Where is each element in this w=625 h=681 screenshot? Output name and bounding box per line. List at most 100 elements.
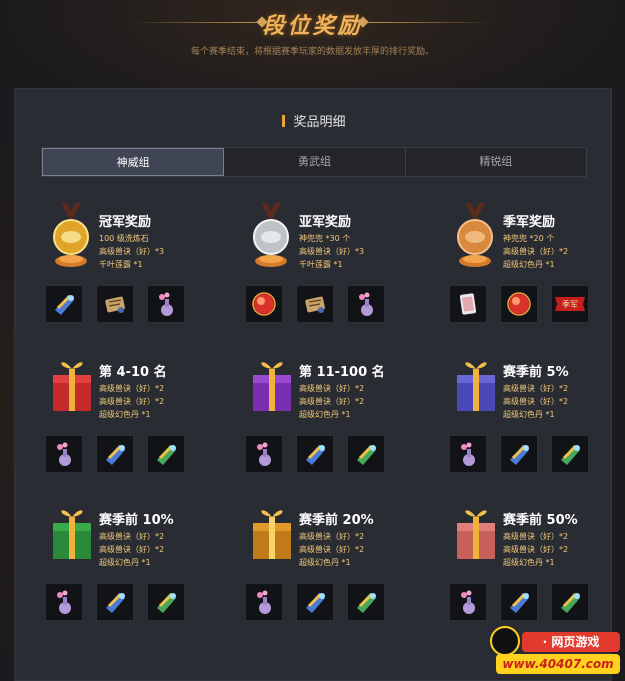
reward-detail: 超级幻色丹 *1	[503, 558, 555, 567]
reward-detail: 高级兽诀（好）*3	[299, 247, 365, 256]
flower-vase-icon[interactable]	[347, 285, 385, 323]
red-orb-icon[interactable]	[500, 285, 538, 323]
reward-card-runner-up: 亚军奖励 神兜兜 *30 个 高级兽诀（好）*3 千叶莲露 *1	[245, 201, 435, 331]
page-subtitle: 每个赛季结束，将根据赛季玩家的数据发放丰厚的排行奖励。	[190, 47, 434, 57]
reward-detail: 高级兽诀（好）*2	[503, 545, 569, 554]
scroll-icon[interactable]	[147, 435, 185, 473]
flower-vase-icon[interactable]	[449, 435, 487, 473]
reward-detail: 高级兽诀（好）*2	[503, 397, 569, 406]
tab-shenwei[interactable]: 神威组	[42, 148, 225, 176]
gold-medal-icon	[53, 203, 89, 267]
site-watermark: · 网页游戏 www.40407.com	[486, 618, 625, 681]
reward-card-rank-11-100: 第 11-100 名 高级兽诀（好）*2 高级兽诀（好）*2 超级幻色丹 *1	[245, 351, 435, 481]
card-icon[interactable]	[449, 285, 487, 323]
flower-vase-icon[interactable]	[245, 435, 283, 473]
blue-gift-icon	[457, 362, 495, 411]
flower-vase-icon[interactable]	[45, 583, 83, 621]
reward-detail: 高级兽诀（好）*2	[503, 532, 569, 541]
reward-items	[245, 285, 385, 323]
reward-detail: 高级兽诀（好）*3	[99, 247, 165, 256]
scroll-icon[interactable]	[147, 583, 185, 621]
watermark-top-text: · 网页游戏	[522, 632, 620, 652]
reward-card-third: 季军奖励 神兜兜 *20 个 高级兽诀（好）*2 超级幻色丹 *1 季军	[449, 201, 625, 331]
reward-items	[449, 435, 589, 473]
reward-detail: 高级兽诀（好）*2	[99, 384, 165, 393]
reward-items	[449, 583, 589, 621]
pink-gift-icon	[457, 510, 495, 559]
reward-card-top-50-percent: 赛季前 50% 高级兽诀（好）*2 高级兽诀（好）*2 超级幻色丹 *1	[449, 499, 625, 629]
tab-jingrui[interactable]: 精锐组	[406, 148, 586, 176]
svg-text:季军: 季军	[562, 299, 578, 309]
green-gift-icon	[53, 510, 91, 559]
reward-name: 第 11-100 名	[299, 365, 385, 380]
reward-detail: 千叶莲露 *1	[99, 260, 143, 269]
red-orb-icon[interactable]	[245, 285, 283, 323]
reward-detail: 超级幻色丹 *1	[299, 410, 351, 419]
scroll-icon[interactable]	[347, 435, 385, 473]
scroll-icon[interactable]	[500, 435, 538, 473]
reward-detail: 超级幻色丹 *1	[99, 410, 151, 419]
scroll-icon[interactable]	[500, 583, 538, 621]
reward-detail: 100 级洗炼石	[99, 234, 149, 243]
reward-name: 赛季前 50%	[503, 513, 578, 528]
reward-detail: 神兜兜 *20 个	[503, 234, 555, 243]
flower-vase-icon[interactable]	[45, 435, 83, 473]
silver-medal-icon	[253, 203, 289, 267]
reward-card-top-5-percent: 赛季前 5% 高级兽诀（好）*2 高级兽诀（好）*2 超级幻色丹 *1	[449, 351, 625, 481]
scroll-icon[interactable]	[347, 583, 385, 621]
reward-detail: 神兜兜 *30 个	[299, 234, 351, 243]
reward-card-top-10-percent: 赛季前 10% 高级兽诀（好）*2 高级兽诀（好）*2 超级幻色丹 *1	[45, 499, 235, 629]
page-title: 段位奖励	[262, 14, 363, 39]
section-title-bar	[282, 115, 286, 127]
reward-name: 冠军奖励	[99, 215, 152, 230]
reward-detail: 高级兽诀（好）*2	[99, 532, 165, 541]
flower-vase-icon[interactable]	[147, 285, 185, 323]
title-badge-icon[interactable]: 季军	[551, 285, 589, 323]
scroll-icon[interactable]	[96, 583, 134, 621]
reward-card-champion: 冠军奖励 100 级洗炼石 高级兽诀（好）*3 千叶莲露 *1	[45, 201, 235, 331]
reward-name: 亚军奖励	[299, 215, 352, 230]
reward-detail: 高级兽诀（好）*2	[503, 384, 569, 393]
group-tabs: 神威组 勇武组 精锐组	[41, 147, 587, 177]
reward-detail: 千叶莲露 *1	[299, 260, 343, 269]
reward-detail: 高级兽诀（好）*2	[503, 247, 569, 256]
rewards-panel: 奖品明细 神威组 勇武组 精锐组 冠军奖励 100 级洗炼石 高级兽诀（好）*3…	[14, 88, 612, 681]
bronze-medal-icon	[457, 203, 493, 267]
flower-vase-icon[interactable]	[245, 583, 283, 621]
reward-detail: 超级幻色丹 *1	[99, 558, 151, 567]
scroll-icon[interactable]	[296, 583, 334, 621]
gold-gift-icon	[253, 510, 291, 559]
scroll-icon[interactable]	[96, 435, 134, 473]
page-header: 段位奖励 每个赛季结束，将根据赛季玩家的数据发放丰厚的排行奖励。	[0, 0, 625, 70]
scroll-icon[interactable]	[551, 583, 589, 621]
scroll-icon[interactable]	[45, 285, 83, 323]
purple-gift-icon	[253, 362, 291, 411]
title-divider-right	[365, 22, 495, 23]
tab-yongwu[interactable]: 勇武组	[224, 148, 406, 176]
reward-items	[45, 285, 185, 323]
map-scroll-icon[interactable]	[296, 285, 334, 323]
reward-detail: 超级幻色丹 *1	[299, 558, 351, 567]
flower-vase-icon[interactable]	[449, 583, 487, 621]
reward-items	[45, 583, 185, 621]
reward-items	[245, 583, 385, 621]
map-scroll-icon[interactable]	[96, 285, 134, 323]
reward-name: 第 4-10 名	[99, 365, 167, 380]
red-gift-icon	[53, 362, 91, 411]
reward-items	[245, 435, 385, 473]
reward-detail: 高级兽诀（好）*2	[299, 384, 365, 393]
reward-detail: 高级兽诀（好）*2	[299, 532, 365, 541]
reward-name: 赛季前 5%	[503, 365, 569, 380]
watermark-url: www.40407.com	[496, 654, 620, 674]
reward-card-rank-4-10: 第 4-10 名 高级兽诀（好）*2 高级兽诀（好）*2 超级幻色丹 *1	[45, 351, 235, 481]
reward-detail: 高级兽诀（好）*2	[99, 545, 165, 554]
reward-detail: 高级兽诀（好）*2	[299, 397, 365, 406]
scroll-icon[interactable]	[551, 435, 589, 473]
scroll-icon[interactable]	[296, 435, 334, 473]
reward-name: 季军奖励	[503, 215, 556, 230]
mascot-icon	[490, 626, 520, 656]
section-title-text: 奖品明细	[293, 115, 346, 130]
reward-detail: 高级兽诀（好）*2	[299, 545, 365, 554]
reward-name: 赛季前 10%	[99, 513, 174, 528]
reward-detail: 超级幻色丹 *1	[503, 410, 555, 419]
